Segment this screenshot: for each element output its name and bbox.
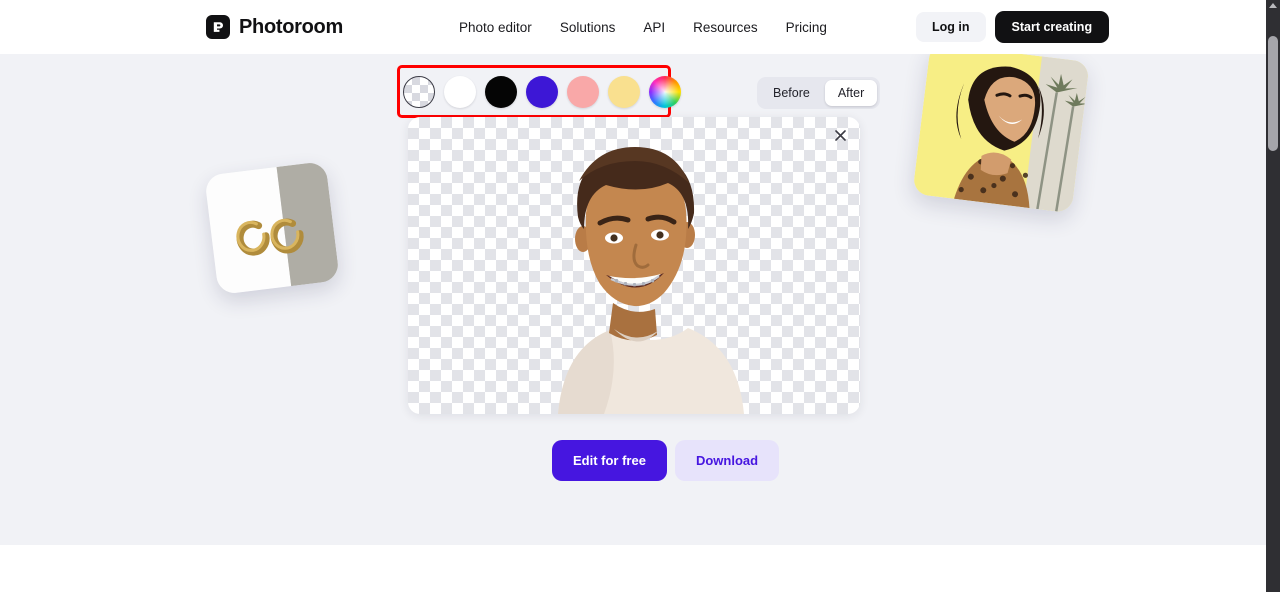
before-after-toggle: Before After <box>757 77 881 109</box>
site-header: Photoroom Photo editor Solutions API Res… <box>0 0 1266 54</box>
main-nav: Photo editor Solutions API Resources Pri… <box>459 20 827 35</box>
swatch-purple[interactable] <box>526 75 558 108</box>
subject-portrait <box>558 147 744 414</box>
swatch-yellow[interactable] <box>608 75 640 108</box>
background-color-swatches <box>403 71 681 112</box>
hero-section: Before After Edit for free Download <box>0 42 1266 545</box>
photoroom-logo-icon <box>206 15 230 39</box>
header-actions: Log in Start creating <box>916 11 1110 43</box>
canvas-actions: Edit for free Download <box>552 440 780 481</box>
nav-item-resources[interactable]: Resources <box>693 20 758 35</box>
toggle-option-after[interactable]: After <box>824 80 878 106</box>
swatch-pink[interactable] <box>567 75 599 108</box>
nav-item-api[interactable]: API <box>643 20 665 35</box>
nav-item-solutions[interactable]: Solutions <box>560 20 616 35</box>
brand-name: Photoroom <box>239 15 343 38</box>
nav-item-photo-editor[interactable]: Photo editor <box>459 20 532 35</box>
swatch-white[interactable] <box>444 75 476 108</box>
login-button[interactable]: Log in <box>916 12 986 42</box>
brand-logo[interactable]: Photoroom <box>206 15 343 39</box>
swatch-custom-color-picker[interactable] <box>649 75 681 108</box>
start-creating-button[interactable]: Start creating <box>994 11 1110 43</box>
swatch-black[interactable] <box>485 75 517 108</box>
close-icon[interactable] <box>830 125 850 145</box>
preview-card-earrings[interactable] <box>204 161 340 295</box>
swatch-transparent[interactable] <box>403 75 435 108</box>
image-canvas[interactable] <box>408 117 860 414</box>
scroll-up-arrow-icon[interactable] <box>1269 3 1277 8</box>
toggle-option-before[interactable]: Before <box>760 80 823 106</box>
page-root: Photoroom Photo editor Solutions API Res… <box>0 0 1280 592</box>
preview-card-portrait-yellow[interactable] <box>912 42 1090 214</box>
nav-item-pricing[interactable]: Pricing <box>786 20 827 35</box>
download-button[interactable]: Download <box>674 440 780 481</box>
edit-for-free-button[interactable]: Edit for free <box>552 440 667 481</box>
scrollbar-thumb[interactable] <box>1268 36 1278 151</box>
vertical-scrollbar[interactable] <box>1266 0 1280 592</box>
